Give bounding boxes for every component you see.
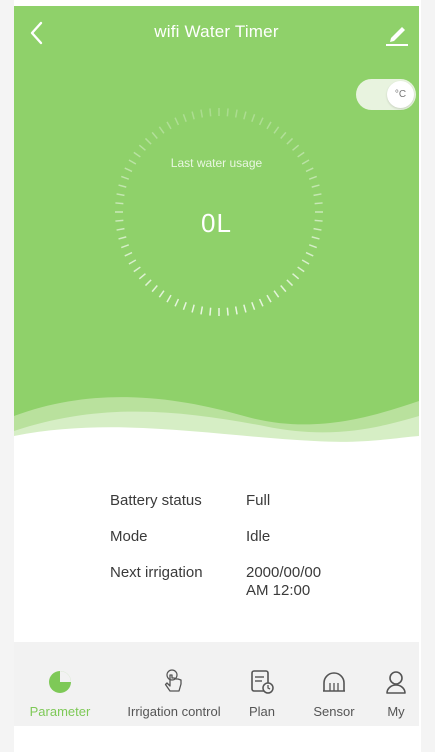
gauge-tick [280,131,287,139]
gauge-tick [305,251,314,257]
user-icon [382,668,410,696]
gauge-tick [144,137,152,145]
temperature-unit-toggle[interactable]: °C [356,79,416,110]
mode-label: Mode [110,528,148,545]
gauge-tick [191,304,195,313]
tab-plan-label: Plan [248,704,276,719]
gauge-tick [258,298,264,307]
sensor-icon [320,668,348,696]
gauge-tick [226,108,229,117]
gauge-tick [251,114,256,123]
gauge-tick [166,294,172,303]
gauge-tick [128,259,137,265]
gauge-tick [209,307,212,316]
gauge-tick [292,273,300,280]
gauge-tick [174,298,180,307]
gauge-tick [308,244,317,249]
gauge-tick [138,273,146,280]
tab-plan[interactable]: Plan [240,642,284,726]
bottom-tab-bar: Parameter Irrigation control Plan Sensor… [14,642,419,726]
gauge-tick [308,175,317,180]
bottom-spacer [14,726,419,752]
gauge-tick [151,131,158,139]
gauge-tick [158,290,165,298]
top-bar: wifi Water Timer [14,6,419,62]
gauge-tick [243,304,247,313]
gauge-tick [144,279,152,287]
gauge-tick [200,306,204,315]
gauge-tick [166,121,172,130]
gauge-tick [118,184,127,188]
gauge-tick [182,114,187,123]
gauge-tick [273,290,280,298]
gauge-tick [133,266,141,273]
gauge-tick [121,244,130,249]
schedule-icon [248,668,276,696]
tab-irrigation-control[interactable]: Irrigation control [114,642,234,726]
gauge-tick [174,117,180,126]
tab-sensor-label: Sensor [313,704,355,719]
gauge-tick [158,126,165,134]
gauge-tick [234,109,238,118]
hand-pointer-icon [160,668,188,696]
decorative-waves [14,397,419,456]
gauge-tick [251,301,256,310]
battery-value: Full [246,492,271,509]
gauge-tick [234,306,238,315]
gauge-tick [280,285,287,293]
hero-panel: wifi Water Timer °C Last water usage 0L [14,6,419,456]
gauge-tick [200,109,204,118]
frame-edge-left [0,0,14,752]
toggle-knob: °C [387,81,414,108]
pie-chart-icon [46,668,74,696]
mode-value: Idle [246,528,271,545]
frame-edge-right [421,0,435,752]
edit-button[interactable] [381,18,413,50]
gauge-tick [301,259,310,265]
tab-sensor[interactable]: Sensor [304,642,364,726]
gauge-tick [286,137,294,145]
screen: wifi Water Timer °C Last water usage 0L [14,6,419,752]
next-irrigation-time: AM 12:00 [246,582,311,599]
battery-label: Battery status [110,492,202,509]
next-irrigation-date: 2000/00/00 [246,564,322,581]
gauge-tick [286,279,294,287]
gauge-tick [258,117,264,126]
gauge-label: Last water usage [170,156,263,170]
status-info: Battery status Full Mode Idle Next irrig… [14,446,419,646]
gauge-tick [292,144,300,151]
gauge-tick [209,108,212,117]
gauge-tick [266,294,272,303]
page-title: wifi Water Timer [154,22,279,41]
gauge-tick [182,301,187,310]
app-frame: wifi Water Timer °C Last water usage 0L [0,0,435,752]
tab-my-label: My [387,704,405,719]
gauge-tick [297,266,305,273]
gauge-tick [314,202,323,205]
gauge-tick [151,285,158,293]
gauge-tick [226,307,229,316]
tab-my[interactable]: My [380,642,412,726]
gauge-tick [138,144,146,151]
gauge-tick [313,193,322,197]
gauge-tick [311,184,320,188]
next-irrigation-label: Next irrigation [110,564,203,581]
tab-parameter-label: Parameter [29,704,91,719]
next-irrigation-value: 2000/00/00 AM 12:00 [246,564,321,600]
gauge-tick [121,175,130,180]
pencil-icon [386,27,408,46]
gauge-tick [116,193,125,197]
gauge-tick [273,126,280,134]
gauge-tick [191,111,195,120]
gauge-tick [124,251,133,257]
gauge-tick [243,111,247,120]
gauge-value: 0L [201,208,232,238]
gauge-tick [266,121,272,130]
tab-irrigation-control-label: Irrigation control [127,704,221,719]
tab-parameter[interactable]: Parameter [24,642,96,726]
gauge-tick [115,202,124,205]
